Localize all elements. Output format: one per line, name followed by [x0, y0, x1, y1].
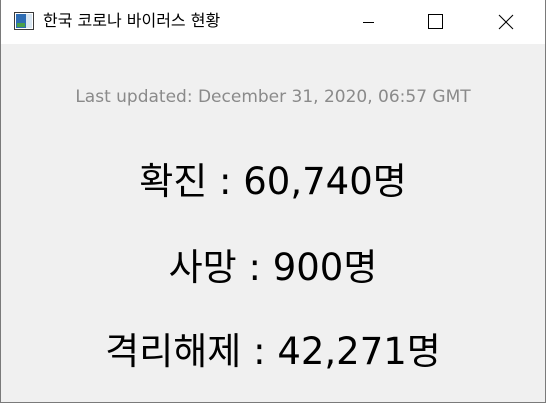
deaths-count: 사망 : 900명: [168, 246, 378, 289]
maximize-icon: [428, 14, 443, 29]
app-window: 한국 코로나 바이러스 현황 Last updated: December 31…: [0, 0, 546, 403]
title-bar[interactable]: 한국 코로나 바이러스 현황: [1, 0, 545, 44]
last-updated-label: Last updated: December 31, 2020, 06:57 G…: [75, 87, 471, 107]
confirmed-count: 확진 : 60,740명: [139, 160, 407, 203]
close-icon: [498, 14, 514, 30]
released-count: 격리해제 : 42,271명: [105, 330, 441, 373]
minimize-button[interactable]: [333, 0, 403, 44]
minimize-icon: [363, 22, 374, 23]
window-title: 한국 코로나 바이러스 현황: [43, 11, 221, 30]
app-icon: [14, 12, 34, 30]
content-area: Last updated: December 31, 2020, 06:57 G…: [1, 44, 545, 403]
maximize-button[interactable]: [403, 0, 473, 44]
close-button[interactable]: [473, 0, 543, 44]
